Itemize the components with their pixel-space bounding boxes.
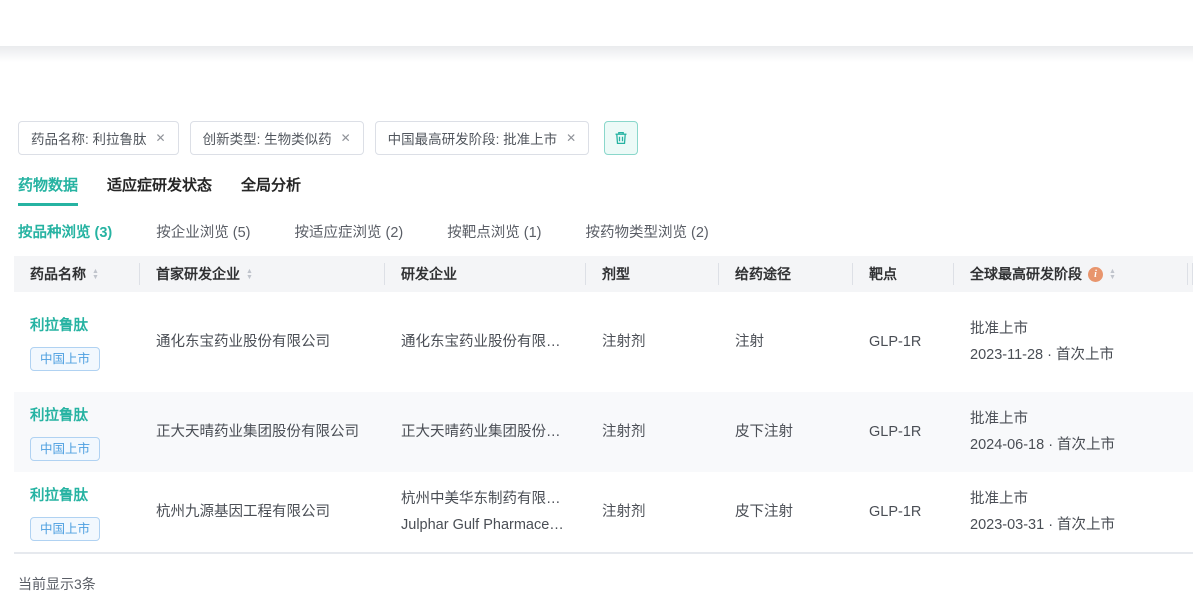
col-header-target: 靶点 [853,256,954,292]
col-header-route: 给药途径 [719,256,853,292]
tab-global-analysis[interactable]: 全局分析 [241,174,301,206]
table-row[interactable]: 利拉鲁肽 中国上市 正大天晴药业集团股份有限公司 正大天晴药业集团股份… 注射剂… [14,392,1193,472]
col-header-first-company[interactable]: 首家研发企业 ▲▼ [140,256,385,292]
clear-filters-button[interactable] [604,121,638,155]
cn-listed-badge: 中国上市 [30,347,100,372]
table-row[interactable]: 利拉鲁肽 中国上市 杭州九源基因工程有限公司 杭州中美华东制药有限… Julph… [14,472,1193,552]
cell-dosage-form: 注射剂 [586,419,719,445]
table-row[interactable]: 利拉鲁肽 中国上市 通化东宝药业股份有限公司 通化东宝药业股份有限… 注射剂 注… [14,292,1193,392]
cell-global-stage: 批准上市 2023-03-31 · 首次上市 [954,486,1188,538]
sort-icon[interactable]: ▲▼ [246,269,253,280]
filter-tag-label: 中国最高研发阶段: 批准上市 [388,128,558,148]
sort-icon[interactable]: ▲▼ [1109,269,1116,280]
cell-global-stage: 批准上市 2023-11-28 · 首次上市 [954,316,1188,368]
stage-detail: 2023-11-28 · 首次上市 [970,342,1188,368]
cn-listed-badge: 中国上市 [30,517,100,542]
cell-global-stage: 批准上市 2024-06-18 · 首次上市 [954,406,1188,458]
result-count-text: 当前显示3条 [18,574,96,594]
trash-icon [613,130,629,146]
filter-tag-drug-name[interactable]: 药品名称: 利拉鲁肽 ✕ [18,121,179,155]
cell-dosage-form: 注射剂 [586,499,719,525]
table-bottom-divider [14,552,1193,554]
close-icon[interactable]: ✕ [341,132,351,144]
table-header-row: 药品名称 ▲▼ 首家研发企业 ▲▼ 研发企业 剂型 给药途径 靶点 全球最高研发… [14,256,1193,292]
col-header-global-stage[interactable]: 全球最高研发阶段 i ▲▼ [954,256,1188,292]
col-header-drug-name[interactable]: 药品名称 ▲▼ [14,256,140,292]
stage-name: 批准上市 [970,486,1188,512]
cn-listed-badge: 中国上市 [30,437,100,462]
header-shadow [0,46,1193,62]
cell-route: 注射 [719,329,853,355]
subtab-by-company[interactable]: 按企业浏览 (5) [156,221,250,242]
cell-target: GLP-1R [853,499,954,525]
header-bar [0,0,1193,46]
cell-first-company: 正大天晴药业集团股份有限公司 [140,419,385,445]
cell-rd-company: 通化东宝药业股份有限… [385,329,586,355]
drug-link[interactable]: 利拉鲁肽 [30,483,88,509]
data-nav-tabs: 药物数据 适应症研发状态 全局分析 [18,174,301,206]
filter-tag-cn-highest-stage[interactable]: 中国最高研发阶段: 批准上市 ✕ [375,121,590,155]
col-header-dosage-form: 剂型 [586,256,719,292]
cell-first-company: 杭州九源基因工程有限公司 [140,499,385,525]
cell-drug-name: 利拉鲁肽 中国上市 [14,313,140,372]
stage-name: 批准上市 [970,316,1188,342]
filter-tag-innovation-type[interactable]: 创新类型: 生物类似药 ✕ [190,121,364,155]
drug-table: 药品名称 ▲▼ 首家研发企业 ▲▼ 研发企业 剂型 给药途径 靶点 全球最高研发… [14,256,1193,552]
cell-rd-company: 正大天晴药业集团股份… [385,419,586,445]
stage-detail: 2024-06-18 · 首次上市 [970,432,1188,458]
filter-tag-row: 药品名称: 利拉鲁肽 ✕ 创新类型: 生物类似药 ✕ 中国最高研发阶段: 批准上… [18,121,638,155]
cell-rd-company: 杭州中美华东制药有限… Julphar Gulf Pharmace… [385,486,586,538]
filter-tag-label: 药品名称: 利拉鲁肽 [31,128,147,148]
cell-drug-name: 利拉鲁肽 中国上市 [14,483,140,542]
tab-indication-status[interactable]: 适应症研发状态 [107,174,212,206]
cell-first-company: 通化东宝药业股份有限公司 [140,329,385,355]
subtab-by-drug-type[interactable]: 按药物类型浏览 (2) [586,221,709,242]
close-icon[interactable]: ✕ [566,132,576,144]
subtab-by-indication[interactable]: 按适应症浏览 (2) [295,221,404,242]
filter-tag-label: 创新类型: 生物类似药 [203,128,332,148]
close-icon[interactable]: ✕ [156,132,166,144]
drug-link[interactable]: 利拉鲁肽 [30,403,88,429]
drug-link[interactable]: 利拉鲁肽 [30,313,88,339]
sort-icon[interactable]: ▲▼ [92,269,99,280]
subtab-by-variety[interactable]: 按品种浏览 (3) [18,221,112,242]
col-header-extra [1188,256,1193,292]
col-header-rd-company: 研发企业 [385,256,586,292]
stage-name: 批准上市 [970,406,1188,432]
cell-route: 皮下注射 [719,499,853,525]
cell-target: GLP-1R [853,329,954,355]
tab-drug-data[interactable]: 药物数据 [18,174,78,206]
cell-route: 皮下注射 [719,419,853,445]
view-subtabs: 按品种浏览 (3) 按企业浏览 (5) 按适应症浏览 (2) 按靶点浏览 (1)… [18,221,709,242]
cell-drug-name: 利拉鲁肽 中国上市 [14,403,140,462]
subtab-by-target[interactable]: 按靶点浏览 (1) [447,221,541,242]
info-icon[interactable]: i [1088,267,1103,282]
stage-detail: 2023-03-31 · 首次上市 [970,512,1188,538]
cell-target: GLP-1R [853,419,954,445]
cell-dosage-form: 注射剂 [586,329,719,355]
